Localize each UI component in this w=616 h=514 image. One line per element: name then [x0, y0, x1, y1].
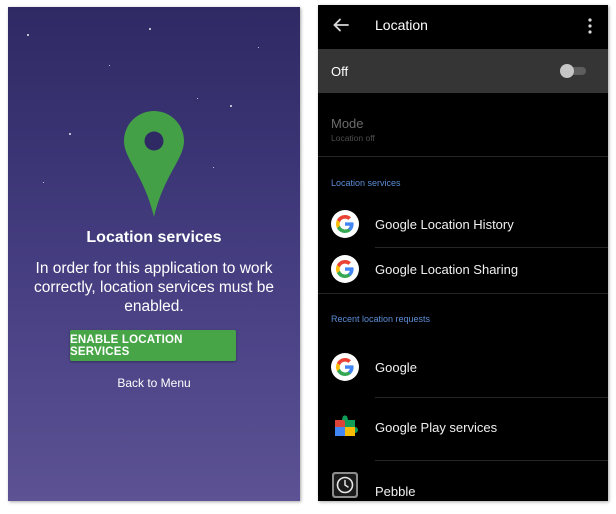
star — [258, 47, 259, 48]
list-item-google-play-services[interactable]: Google Play services — [318, 404, 608, 448]
list-item-label: Google Location History — [375, 217, 514, 232]
more-vert-icon[interactable] — [586, 17, 594, 35]
section-header-recent-requests: Recent location requests — [331, 314, 431, 324]
divider — [318, 156, 608, 157]
divider — [375, 397, 608, 398]
page-title: Location services — [86, 229, 222, 246]
star — [27, 34, 29, 36]
star — [69, 133, 71, 135]
back-to-menu-link[interactable]: Back to Menu — [8, 376, 300, 390]
list-item-label: Pebble — [375, 484, 416, 499]
list-item-label: Google Location Sharing — [375, 262, 519, 277]
location-switch[interactable] — [560, 64, 586, 78]
google-play-services-icon — [331, 412, 359, 440]
location-settings-screen: Location Off Mode Location off Location … — [318, 5, 608, 501]
location-toggle-row[interactable]: Off — [318, 49, 608, 93]
mode-title: Mode — [331, 116, 364, 131]
toggle-label: Off — [331, 64, 349, 79]
location-services-screen: Location services In order for this appl… — [8, 7, 300, 501]
mode-setting: Mode Location off — [318, 105, 608, 155]
map-pin-icon — [124, 111, 184, 217]
enable-location-button[interactable]: ENABLE LOCATION SERVICES — [70, 330, 236, 361]
mode-subtitle: Location off — [331, 133, 375, 143]
list-item-google-location-sharing[interactable]: Google Location Sharing — [318, 248, 608, 292]
google-g-icon — [331, 210, 359, 238]
star — [213, 167, 214, 168]
list-item-label: Google Play services — [375, 420, 498, 435]
star — [149, 28, 151, 30]
star — [230, 105, 232, 107]
list-item-google[interactable]: Google — [318, 345, 608, 389]
divider — [375, 460, 608, 461]
list-item-google-location-history[interactable]: Google Location History — [318, 203, 608, 247]
pebble-watch-icon — [331, 471, 359, 499]
star — [109, 65, 110, 66]
list-item-label: Google — [375, 360, 417, 375]
google-g-icon — [331, 353, 359, 381]
divider — [318, 293, 608, 294]
google-g-icon — [331, 255, 359, 283]
app-bar: Location — [318, 5, 608, 49]
arrow-left-icon[interactable] — [332, 16, 350, 34]
section-header-location-services: Location services — [331, 178, 401, 188]
star — [43, 182, 44, 183]
list-item-pebble[interactable]: Pebble — [318, 465, 608, 501]
star — [197, 98, 198, 99]
app-bar-title: Location — [375, 17, 428, 33]
permission-message: In order for this application to work co… — [33, 260, 275, 315]
